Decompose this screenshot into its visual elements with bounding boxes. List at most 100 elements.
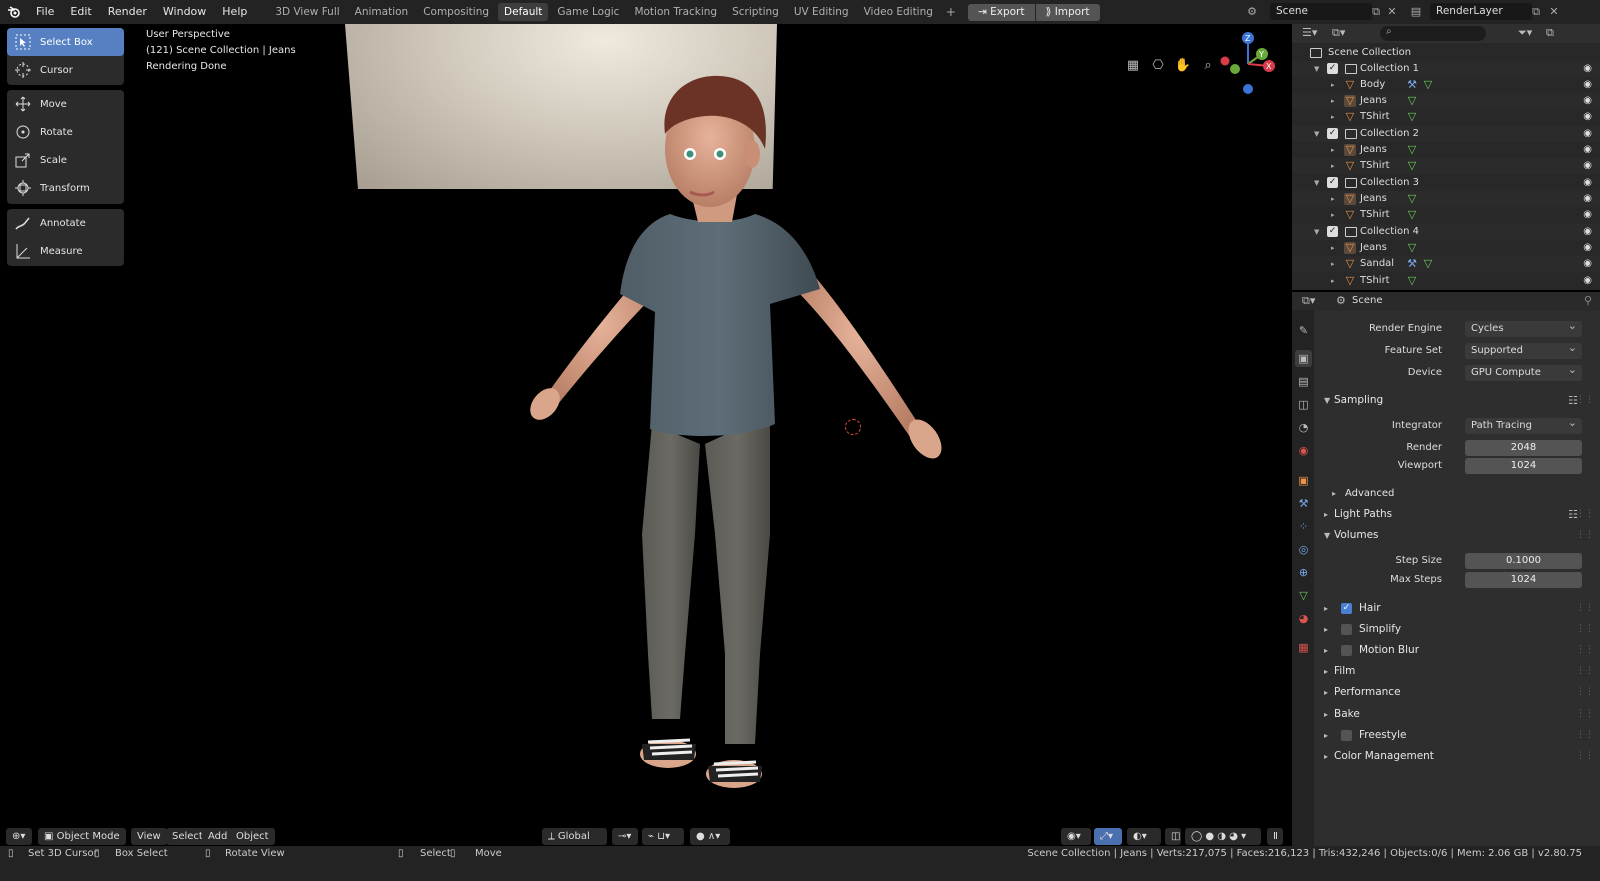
texture-tab-icon[interactable]: ▦ — [1295, 639, 1312, 656]
constraints-tab-icon[interactable]: ⊕ — [1295, 564, 1312, 581]
motion-blur-checkbox[interactable] — [1341, 645, 1352, 656]
mesh-data-icon[interactable]: ▽ — [1406, 144, 1418, 156]
tab-motion-tracking[interactable]: Motion Tracking — [628, 3, 723, 21]
mode-selector[interactable]: ▣ Object Mode ⌄ — [38, 828, 126, 859]
performance-panel-header[interactable]: ▸ Performance ⋮⋮ — [1314, 682, 1600, 703]
output-tab-icon[interactable]: ▤ — [1295, 373, 1312, 390]
step-size-field[interactable]: 0.1000 — [1465, 553, 1582, 569]
object-tab-icon[interactable]: ▣ — [1295, 472, 1312, 489]
expand-triangle-icon[interactable]: ▸ — [1331, 93, 1335, 109]
outliner-row-tshirt[interactable]: ▸ ▽ TShirt ▽ ◉ — [1292, 109, 1600, 125]
mesh-data-icon[interactable]: ▽ — [1406, 275, 1418, 287]
material-tab-icon[interactable]: ◕ — [1295, 610, 1312, 627]
particles-tab-icon[interactable]: ⁘ — [1295, 518, 1312, 535]
tool-tab-icon[interactable]: ✎ — [1295, 322, 1312, 339]
menu-view[interactable]: View — [131, 828, 167, 845]
mesh-data-icon[interactable]: ▽ — [1422, 258, 1434, 270]
advanced-subpanel-header[interactable]: ▸ Advanced — [1314, 483, 1600, 504]
pause-render-icon[interactable]: Ⅱ — [1267, 828, 1283, 845]
delete-view-layer-icon[interactable]: ✕ — [1546, 3, 1562, 20]
expand-triangle-icon[interactable]: ▸ — [1331, 240, 1335, 256]
expand-triangle-icon[interactable]: ▼ — [1314, 61, 1319, 77]
eye-icon[interactable]: ◉ — [1583, 191, 1592, 207]
light-paths-panel-header[interactable]: ▸ Light Paths ☷ ⋮⋮ — [1314, 504, 1600, 525]
menu-object[interactable]: Object — [230, 828, 275, 845]
outliner-row-jeans[interactable]: ▸ ▽ Jeans ▽ ◉ — [1292, 240, 1600, 256]
hair-panel-header[interactable]: ▸ ✓ Hair ⋮⋮ — [1314, 598, 1600, 619]
scene-name-field[interactable]: Scene — [1270, 3, 1372, 20]
menu-edit[interactable]: Edit — [62, 0, 99, 24]
drag-handle-icon[interactable]: ⋮⋮ — [1576, 525, 1594, 546]
orientation-selector[interactable]: ⟂ Global ⌄ — [542, 828, 607, 859]
mesh-data-icon[interactable]: ▽ — [1406, 242, 1418, 254]
xray-icon[interactable]: ◫ — [1165, 828, 1181, 845]
mesh-data-icon[interactable]: ▽ — [1406, 160, 1418, 172]
view-layer-tab-icon[interactable]: ◫ — [1295, 396, 1312, 413]
mesh-data-tab-icon[interactable]: ▽ — [1295, 587, 1312, 604]
eye-icon[interactable]: ◉ — [1583, 273, 1592, 289]
outliner-row-collection-4[interactable]: ▼ ✓ Collection 4 ◉ — [1292, 224, 1600, 240]
color-management-panel-header[interactable]: ▸ Color Management ⋮⋮ — [1314, 746, 1600, 767]
tab-uv-editing[interactable]: UV Editing — [788, 3, 855, 21]
eye-icon[interactable]: ◉ — [1583, 77, 1592, 93]
tool-select-box[interactable]: Select Box — [7, 28, 124, 56]
tool-annotate[interactable]: Annotate — [7, 209, 124, 237]
view-layer-icon[interactable]: ▤ — [1408, 3, 1424, 20]
eye-icon[interactable]: ◉ — [1583, 158, 1592, 174]
sampling-panel-header[interactable]: ▼ Sampling ☷ ⋮⋮ — [1314, 390, 1600, 411]
outliner-row-body[interactable]: ▸ ▽ Body ⚒ ▽ ◉ — [1292, 77, 1600, 93]
tab-3d-view-full[interactable]: 3D View Full — [269, 3, 345, 21]
eye-icon[interactable]: ◉ — [1583, 126, 1592, 142]
3d-viewport[interactable]: User Perspective (121) Scene Collection … — [0, 24, 1290, 846]
tab-compositing[interactable]: Compositing — [417, 3, 495, 21]
freestyle-checkbox[interactable] — [1341, 730, 1352, 741]
mesh-data-icon[interactable]: ▽ — [1406, 95, 1418, 107]
visibility-icon[interactable]: ◉▾ — [1061, 828, 1091, 845]
drag-handle-icon[interactable]: ⋮⋮ — [1576, 725, 1594, 746]
menu-file[interactable]: File — [28, 0, 62, 24]
viewport-samples-field[interactable]: 1024 — [1465, 458, 1582, 474]
tab-animation[interactable]: Animation — [349, 3, 415, 21]
menu-render[interactable]: Render — [100, 0, 155, 24]
mesh-data-icon[interactable]: ▽ — [1422, 79, 1434, 91]
proportional-editing-icon[interactable]: ● ∧▾ — [690, 828, 730, 845]
expand-triangle-icon[interactable]: ▼ — [1314, 224, 1319, 240]
snap-icon[interactable]: ⌁ ⊔▾ — [642, 828, 684, 845]
eye-icon[interactable]: ◉ — [1583, 224, 1592, 240]
expand-triangle-icon[interactable]: ▸ — [1331, 191, 1335, 207]
new-view-layer-icon[interactable]: ⧉ — [1528, 3, 1544, 20]
film-panel-header[interactable]: ▸ Film ⋮⋮ — [1314, 661, 1600, 682]
collection-checkbox[interactable]: ✓ — [1327, 63, 1338, 74]
editor-type-icon[interactable]: ⊕▾ — [6, 828, 32, 845]
expand-triangle-icon[interactable]: ▸ — [1331, 142, 1335, 158]
tool-move[interactable]: Move — [7, 90, 124, 118]
eye-icon[interactable]: ◉ — [1583, 61, 1592, 77]
tab-video-editing[interactable]: Video Editing — [858, 3, 939, 21]
export-button[interactable]: ⇥ Export — [967, 3, 1035, 21]
volumes-panel-header[interactable]: ▼ Volumes ⋮⋮ — [1314, 525, 1600, 546]
bake-panel-header[interactable]: ▸ Bake ⋮⋮ — [1314, 704, 1600, 725]
outliner-row-jeans[interactable]: ▸ ▽ Jeans ▽ ◉ — [1292, 191, 1600, 207]
pivot-point-icon[interactable]: ⊸▾ — [612, 828, 638, 845]
render-samples-field[interactable]: 2048 — [1465, 440, 1582, 456]
view-layer-field[interactable]: RenderLayer — [1430, 3, 1532, 20]
feature-set-dropdown[interactable]: Supported — [1465, 340, 1582, 359]
hair-checkbox[interactable]: ✓ — [1341, 603, 1352, 614]
collection-checkbox[interactable]: ✓ — [1327, 128, 1338, 139]
outliner-row-jeans[interactable]: ▸ ▽ Jeans ▽ ◉ — [1292, 93, 1600, 109]
expand-triangle-icon[interactable]: ▸ — [1331, 207, 1335, 223]
eye-icon[interactable]: ◉ — [1583, 93, 1592, 109]
eye-icon[interactable]: ◉ — [1583, 207, 1592, 223]
toggle-camera-view-grid-icon[interactable]: ▦ — [1123, 56, 1143, 76]
import-button[interactable]: ⟫ Import — [1035, 3, 1100, 21]
tool-scale[interactable]: Scale — [7, 146, 124, 174]
character-model[interactable] — [520, 54, 960, 814]
filter-icon[interactable]: ⏷▾ — [1518, 26, 1532, 40]
drag-handle-icon[interactable]: ⋮⋮ — [1576, 746, 1594, 767]
outliner[interactable]: ☰▾ ⧉▾ ⌕ ⏷▾ ⧉ Scene Collection ▼ ✓ Collec… — [1292, 24, 1600, 290]
properties-editor-type-icon[interactable]: ⧉▾ — [1302, 294, 1315, 308]
world-tab-icon[interactable]: ◉ — [1295, 442, 1312, 459]
new-collection-icon[interactable]: ⧉ — [1546, 26, 1554, 40]
blender-logo-icon[interactable] — [0, 0, 28, 24]
modifier-tab-icon[interactable]: ⚒ — [1295, 495, 1312, 512]
